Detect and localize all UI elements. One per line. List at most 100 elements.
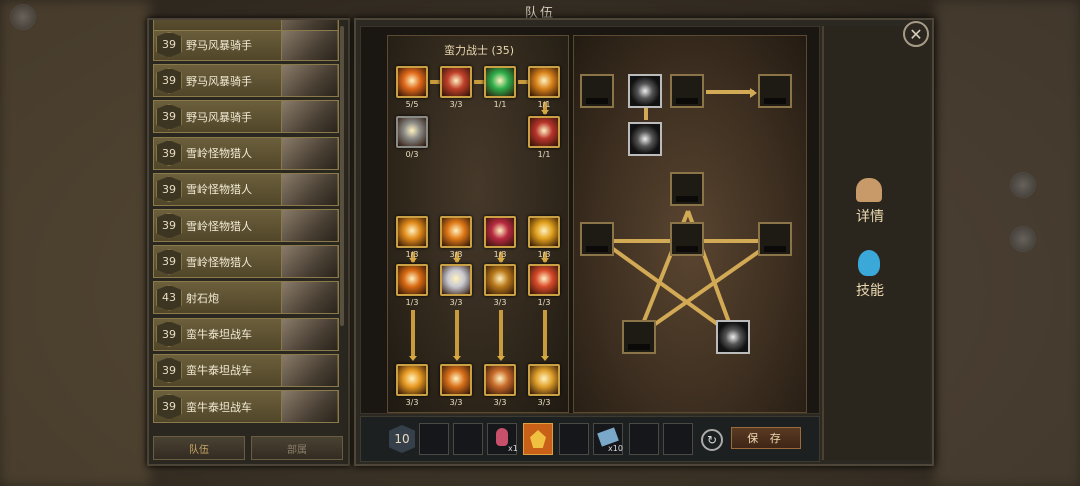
talent-skill-icon[interactable] xyxy=(440,364,472,396)
unit-name: 野马风暴骑手 xyxy=(186,110,252,124)
unit-name: 蛮牛泰坦战车 xyxy=(186,328,252,342)
rune-slot[interactable] xyxy=(758,222,792,256)
talent-skill-icon[interactable] xyxy=(396,116,428,148)
loadout-slot[interactable] xyxy=(629,423,659,455)
unit-list[interactable]: 39 野马风暴骑手 39 野马风暴骑手 39 野马风暴骑手 39 雪岭怪物猎人 39 雪岭怪物猎人… xyxy=(153,20,339,438)
talent-skill-icon[interactable] xyxy=(528,66,560,98)
talent-points-label: 1/3 xyxy=(405,298,419,307)
rune-slot[interactable] xyxy=(670,172,704,206)
skills-button[interactable]: 技能 xyxy=(844,248,896,300)
unit-portrait xyxy=(281,20,337,30)
rune-skill-icon[interactable] xyxy=(628,122,662,156)
map-marker-icon xyxy=(1010,172,1036,198)
details-button[interactable]: 详情 xyxy=(844,174,896,226)
rune-slot[interactable] xyxy=(622,320,656,354)
rune-slot[interactable] xyxy=(580,74,614,108)
unit-row[interactable]: 39 野马风暴骑手 xyxy=(153,64,339,98)
unit-portrait xyxy=(281,246,337,278)
rune-slot[interactable] xyxy=(670,74,704,108)
unit-row[interactable]: 39 雪岭怪物猎人 xyxy=(153,209,339,242)
unit-row[interactable]: 39 蛮牛泰坦战车 xyxy=(153,353,339,387)
scroll-slot[interactable]: x10 xyxy=(593,423,623,455)
talent-skill-icon[interactable] xyxy=(396,264,428,296)
loadout-slot[interactable] xyxy=(453,423,483,455)
slot-tab xyxy=(676,98,698,104)
unit-level-badge: 39 xyxy=(156,212,182,239)
slot-tab xyxy=(586,246,608,252)
skill-book-slot[interactable] xyxy=(523,423,553,455)
loadout-slot[interactable] xyxy=(559,423,589,455)
arrow-right-icon xyxy=(750,88,757,98)
talent-skill-icon[interactable] xyxy=(528,116,560,148)
unit-level-badge: 39 xyxy=(156,140,182,167)
rune-slot[interactable] xyxy=(758,74,792,108)
loadout-slot[interactable] xyxy=(419,423,449,455)
talent-points-label: 1/3 xyxy=(537,298,551,307)
unit-row[interactable]: 39 雪岭怪物猎人 xyxy=(153,136,339,170)
rune-skill-icon[interactable] xyxy=(628,74,662,108)
rune-slot[interactable] xyxy=(580,222,614,256)
potion-slot[interactable]: x1 xyxy=(487,423,518,455)
arrow-down-icon xyxy=(541,110,549,115)
talent-points-label: 3/3 xyxy=(449,298,463,307)
talent-points-label: 3/3 xyxy=(449,100,463,109)
loadout-slot[interactable] xyxy=(663,423,693,455)
unit-roster-panel: 39 野马风暴骑手 39 野马风暴骑手 39 野马风暴骑手 39 雪岭怪物猎人 39 雪岭怪物猎人… xyxy=(147,18,350,466)
tab-team[interactable]: 队伍 xyxy=(153,436,245,460)
unit-level-badge: 43 xyxy=(156,284,182,311)
talent-tree-title: 蛮力战士 (35) xyxy=(443,44,515,57)
talent-points-label: 1/1 xyxy=(537,150,551,159)
save-button[interactable]: 保 存 xyxy=(731,427,801,449)
talent-skill-icon[interactable] xyxy=(440,264,472,296)
map-backdrop-right xyxy=(935,0,1080,486)
talent-skill-icon[interactable] xyxy=(484,264,516,296)
unit-row-partial[interactable] xyxy=(153,20,339,31)
talent-skill-icon[interactable] xyxy=(440,66,472,98)
unit-name: 蛮牛泰坦战车 xyxy=(186,400,252,414)
talent-tree: 蛮力战士 (35) 5/5 3/3 1/1 1/1 0/3 1/1 1/3 3/3 1/3 1/3… xyxy=(387,35,569,413)
unit-portrait xyxy=(281,173,337,205)
unit-level-badge: 39 xyxy=(156,248,182,275)
talent-skill-icon[interactable] xyxy=(396,66,428,98)
unit-row[interactable]: 39 雪岭怪物猎人 xyxy=(153,172,339,206)
unit-row[interactable]: 39 野马风暴骑手 xyxy=(153,100,339,134)
unit-level-badge: 39 xyxy=(156,321,182,348)
fire-skill-icon xyxy=(530,430,546,448)
roster-tabs: 队伍 部属 xyxy=(153,436,343,460)
talent-skill-icon[interactable] xyxy=(528,216,560,248)
skill-board: 蛮力战士 (35) 5/5 3/3 1/1 1/1 0/3 1/1 1/3 3/3 1/3 1/3… xyxy=(360,26,820,414)
unit-name: 雪岭怪物猎人 xyxy=(186,255,252,269)
rune-skill-icon[interactable] xyxy=(716,320,750,354)
rune-slot[interactable] xyxy=(670,222,704,256)
close-button[interactable]: ✕ xyxy=(903,21,929,47)
arrow-down-icon xyxy=(497,356,505,361)
unit-row[interactable]: 43 射石炮 xyxy=(153,281,339,315)
roster-scrollbar[interactable] xyxy=(340,26,344,326)
unit-row[interactable]: 39 蛮牛泰坦战车 xyxy=(153,317,339,351)
talent-skill-icon[interactable] xyxy=(528,364,560,396)
unit-row[interactable]: 39 雪岭怪物猎人 xyxy=(153,245,339,279)
slot-tab xyxy=(676,246,698,252)
unit-name: 蛮牛泰坦战车 xyxy=(186,364,252,378)
talent-skill-icon[interactable] xyxy=(396,216,428,248)
talent-skill-icon[interactable] xyxy=(440,216,472,248)
arrow-down-icon xyxy=(541,356,549,361)
talent-skill-icon[interactable] xyxy=(528,264,560,296)
slot-tab xyxy=(628,344,650,350)
talent-points-label: 3/3 xyxy=(537,398,551,407)
loadout-level-badge: 10 xyxy=(389,425,415,453)
talent-skill-icon[interactable] xyxy=(484,216,516,248)
refresh-icon: ↻ xyxy=(706,433,718,447)
unit-row[interactable]: 39 野马风暴骑手 xyxy=(153,28,339,61)
reset-button[interactable]: ↻ xyxy=(701,429,723,451)
unit-row[interactable]: 39 蛮牛泰坦战车 xyxy=(153,390,339,423)
side-menu: 详情 技能 xyxy=(822,26,930,460)
slot-tab xyxy=(764,98,786,104)
talent-skill-icon[interactable] xyxy=(484,66,516,98)
talent-points-label: 3/3 xyxy=(405,398,419,407)
loadout-bar: 10 x1 x10 ↻ 保 存 xyxy=(360,416,820,462)
unit-level-badge: 39 xyxy=(156,31,182,58)
talent-skill-icon[interactable] xyxy=(396,364,428,396)
tab-units[interactable]: 部属 xyxy=(251,436,343,460)
talent-skill-icon[interactable] xyxy=(484,364,516,396)
